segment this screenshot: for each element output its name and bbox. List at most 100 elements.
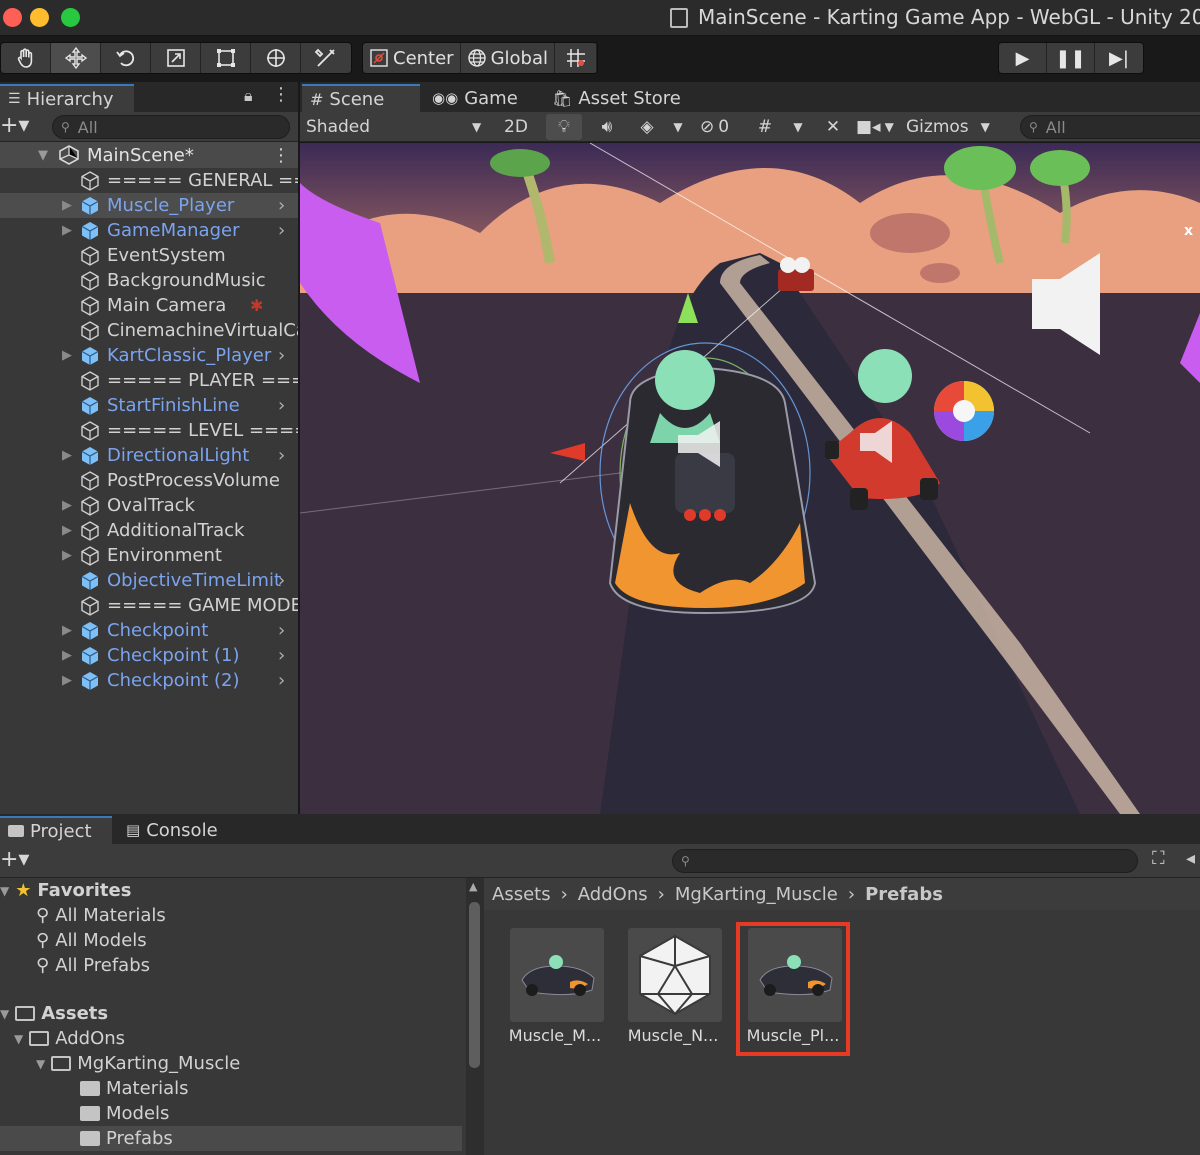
breadcrumb-item[interactable]: Assets (492, 884, 551, 905)
hierarchy-item[interactable]: CinemachineVirtualCamera (0, 318, 298, 343)
tab-game[interactable]: ◉◉ Game (424, 84, 526, 112)
folder-mgkarting-muscle[interactable]: ▼ MgKarting_Muscle (36, 1051, 240, 1076)
pause-button[interactable]: ❚❚ (1047, 43, 1095, 73)
favorite-item[interactable]: ⚲ All Prefabs (36, 953, 150, 978)
scene-viewport[interactable]: x (300, 143, 1200, 814)
toggle-2d-button[interactable]: 2D (496, 114, 536, 140)
hierarchy-item[interactable]: Main Camera ✱ (0, 293, 298, 318)
camera-settings-button[interactable]: ■◂ ▼ (856, 114, 904, 140)
scrollbar-thumb[interactable] (469, 902, 480, 1068)
zoom-window-button[interactable] (61, 8, 80, 27)
open-prefab-chevron-icon[interactable]: › (278, 620, 285, 641)
audio-toggle-button[interactable]: 🔊︎ (592, 114, 622, 140)
expand-arrow-icon[interactable]: ▶ (62, 548, 72, 563)
post-process-gizmo[interactable] (934, 381, 994, 441)
open-prefab-chevron-icon[interactable]: › (278, 345, 285, 366)
hierarchy-item[interactable]: ▶ OvalTrack (0, 493, 298, 518)
favorite-item[interactable]: ⚲ All Materials (36, 903, 166, 928)
hierarchy-item[interactable]: EventSystem (0, 243, 298, 268)
tab-asset-store[interactable]: 🛍︎ Asset Store (544, 84, 689, 112)
folder-models[interactable]: Models (80, 1101, 169, 1126)
hierarchy-item[interactable]: StartFinishLine › (0, 393, 298, 418)
filter-by-type-icon[interactable]: ⛶ (1152, 848, 1165, 869)
draw-mode-dropdown[interactable]: Shaded ▼ (306, 114, 486, 140)
open-prefab-chevron-icon[interactable]: › (278, 570, 285, 591)
hierarchy-item[interactable]: ▶ Muscle_Player › (0, 193, 298, 218)
panel-menu-icon[interactable]: ⋮ (272, 84, 290, 105)
custom-tool-button[interactable] (301, 43, 351, 73)
project-search-input[interactable]: ⚲ (672, 849, 1138, 873)
create-dropdown-button[interactable]: +▾ (0, 847, 29, 872)
tab-project[interactable]: Project (0, 816, 112, 844)
asset-item[interactable]: Muscle_M... (498, 928, 612, 1068)
scale-tool-button[interactable] (151, 43, 201, 73)
effects-dropdown[interactable]: ▼ (668, 114, 688, 140)
folder-tree-scrollbar[interactable]: ▲ (466, 878, 484, 1155)
open-prefab-chevron-icon[interactable]: › (278, 670, 285, 691)
move-tool-button[interactable] (51, 43, 101, 73)
hierarchy-item[interactable]: BackgroundMusic (0, 268, 298, 293)
hierarchy-item[interactable]: ===== GENERAL ===== (0, 168, 298, 193)
expand-arrow-icon[interactable]: ▶ (62, 198, 72, 213)
tab-hierarchy[interactable]: ☰ Hierarchy (0, 84, 134, 112)
scene-menu-icon[interactable]: ⋮ (272, 145, 290, 166)
hierarchy-item[interactable]: ===== PLAYER ===== (0, 368, 298, 393)
asset-item-selected[interactable]: Muscle_Pl... (736, 922, 850, 1068)
expand-arrow-icon[interactable]: ▶ (62, 623, 72, 638)
hierarchy-item[interactable]: ObjectiveTimeLimit › (0, 568, 298, 593)
breadcrumb-item[interactable]: MgKarting_Muscle (675, 884, 838, 905)
grid-toggle-button[interactable]: # (752, 114, 778, 140)
hidden-objects-toggle[interactable]: ⊘ 0 (700, 114, 742, 140)
folder-materials[interactable]: Materials (80, 1076, 189, 1101)
tab-console[interactable]: ▤ Console (118, 816, 226, 844)
hierarchy-item[interactable]: ===== GAME MODE (0, 593, 298, 618)
open-prefab-chevron-icon[interactable]: › (278, 395, 285, 416)
camera-gizmo[interactable] (778, 257, 814, 291)
grid-snap-button[interactable] (555, 43, 598, 73)
favorite-item[interactable]: ⚲ All Models (36, 928, 147, 953)
transform-tool-button[interactable] (251, 43, 301, 73)
filter-by-label-icon[interactable]: ◂ (1186, 848, 1195, 869)
open-prefab-chevron-icon[interactable]: › (278, 220, 285, 241)
expand-arrow-icon[interactable]: ▶ (62, 448, 72, 463)
gizmos-dropdown[interactable]: Gizmos ▼ (906, 114, 1010, 140)
lighting-toggle-button[interactable]: 💡︎ (546, 114, 582, 140)
expand-arrow-icon[interactable]: ▶ (62, 523, 72, 538)
pivot-mode-button[interactable]: Center (363, 43, 461, 73)
tools-toggle-button[interactable]: ✕ (818, 114, 848, 140)
hierarchy-search-input[interactable]: ⚲ All (52, 115, 290, 139)
hierarchy-item[interactable]: ▶ Checkpoint › (0, 618, 298, 643)
hierarchy-item[interactable]: ▶ GameManager › (0, 218, 298, 243)
expand-arrow-icon[interactable]: ▶ (62, 648, 72, 663)
open-prefab-chevron-icon[interactable]: › (278, 195, 285, 216)
scene-root-row[interactable]: ▼ MainScene* ⋮ (0, 142, 298, 168)
hierarchy-item[interactable]: ▶ Environment (0, 543, 298, 568)
hierarchy-item[interactable]: PostProcessVolume (0, 468, 298, 493)
step-button[interactable]: ▶| (1095, 43, 1143, 73)
expand-arrow-icon[interactable]: ▶ (62, 673, 72, 688)
open-prefab-chevron-icon[interactable]: › (278, 445, 285, 466)
tab-scene[interactable]: # Scene (302, 84, 420, 112)
hierarchy-item[interactable]: ===== LEVEL ===== (0, 418, 298, 443)
expand-arrow-icon[interactable]: ▶ (62, 348, 72, 363)
play-button[interactable]: ▶ (999, 43, 1047, 73)
rotate-tool-button[interactable] (101, 43, 151, 73)
breadcrumb-item[interactable]: AddOns (578, 884, 648, 905)
favorites-header[interactable]: ▼ ★ Favorites (0, 878, 131, 903)
hand-tool-button[interactable] (1, 43, 51, 73)
breadcrumb-item-current[interactable]: Prefabs (865, 884, 943, 905)
scene-search-input[interactable]: ⚲ All (1020, 115, 1200, 139)
expand-arrow-icon[interactable]: ▶ (62, 498, 72, 513)
close-window-button[interactable] (3, 8, 22, 27)
scrollbar-up-icon[interactable]: ▲ (469, 880, 477, 893)
rect-tool-button[interactable] (201, 43, 251, 73)
create-dropdown-button[interactable]: +▾ (0, 113, 29, 138)
hierarchy-item[interactable]: ▶ AdditionalTrack (0, 518, 298, 543)
hierarchy-item[interactable]: ▶ Checkpoint (1) › (0, 643, 298, 668)
minimize-window-button[interactable] (30, 8, 49, 27)
hierarchy-item[interactable]: ▶ Checkpoint (2) › (0, 668, 298, 693)
folder-addons[interactable]: ▼ AddOns (14, 1026, 125, 1051)
expand-arrow-icon[interactable]: ▶ (62, 223, 72, 238)
folder-prefabs[interactable]: Prefabs (0, 1126, 462, 1151)
asset-item[interactable]: Muscle_N... (616, 928, 730, 1068)
